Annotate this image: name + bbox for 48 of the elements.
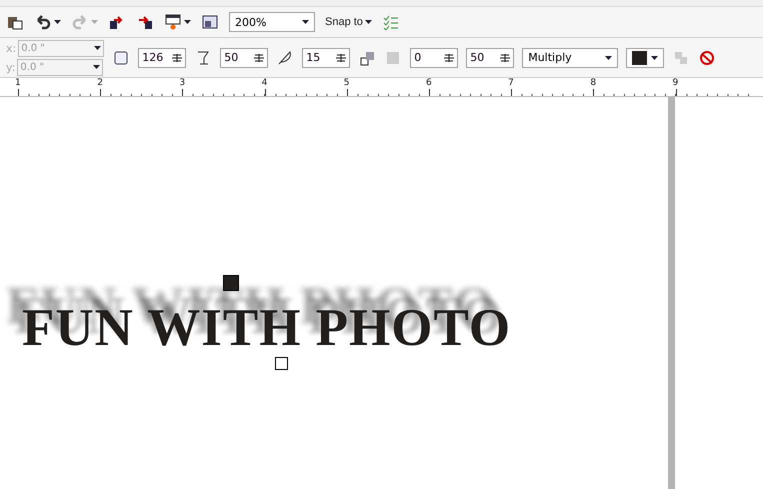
spin-icon[interactable]: [335, 52, 348, 64]
options-icon[interactable]: [382, 14, 400, 30]
publish-button[interactable]: [164, 14, 191, 30]
caret-icon: [54, 20, 61, 24]
number-field[interactable]: 50: [220, 48, 268, 68]
caret-icon: [605, 56, 612, 60]
coordinate-label: x:: [6, 42, 16, 54]
ruler-label: 2: [97, 78, 103, 88]
ruler-label: 3: [179, 78, 186, 88]
clipboard-icon: [6, 14, 24, 30]
color-picker[interactable]: [626, 48, 664, 68]
caret-icon: [364, 20, 372, 24]
checklist-icon: [382, 14, 400, 30]
ruler-label: 6: [426, 78, 432, 88]
caret-icon: [91, 20, 98, 24]
clear-icon: [698, 50, 716, 66]
spin-icon[interactable]: [499, 52, 512, 64]
spin-icon[interactable]: [253, 52, 266, 64]
number-field[interactable]: 15: [302, 48, 350, 68]
ruler-label: 8: [590, 78, 596, 88]
snap-to-button[interactable]: Snap to: [325, 16, 372, 28]
ruler-label: 4: [262, 78, 268, 88]
ruler-label: 9: [672, 78, 678, 88]
caret-icon: [184, 20, 191, 24]
redo-icon: [71, 14, 89, 30]
caret-icon: [651, 56, 658, 60]
number-field[interactable]: 50: [466, 48, 514, 68]
caret-icon: [94, 46, 102, 50]
shadow-handle[interactable]: [275, 357, 288, 370]
spin-icon[interactable]: [443, 52, 456, 64]
shadow-handle[interactable]: [223, 275, 239, 291]
undo-button[interactable]: [34, 14, 61, 30]
zoom-dropdown[interactable]: 200%: [229, 12, 315, 32]
shadow-direction-icon: [358, 50, 376, 66]
paste-icon[interactable]: [6, 14, 24, 30]
coordinate-label: y:: [6, 60, 16, 74]
monitor-icon: [164, 14, 182, 30]
caret-icon: [302, 20, 309, 24]
number-field[interactable]: 0: [410, 48, 458, 68]
spin-icon[interactable]: [171, 52, 184, 64]
mode-dropdown[interactable]: Multiply: [522, 48, 618, 68]
ruler-label: 5: [344, 78, 350, 88]
caret-icon: [93, 65, 100, 69]
square-icon: [112, 50, 130, 66]
ruler-label: 7: [508, 78, 514, 88]
ruler-label: 1: [15, 78, 21, 88]
number-field[interactable]: 126: [138, 48, 186, 68]
undo-icon: [34, 14, 52, 30]
